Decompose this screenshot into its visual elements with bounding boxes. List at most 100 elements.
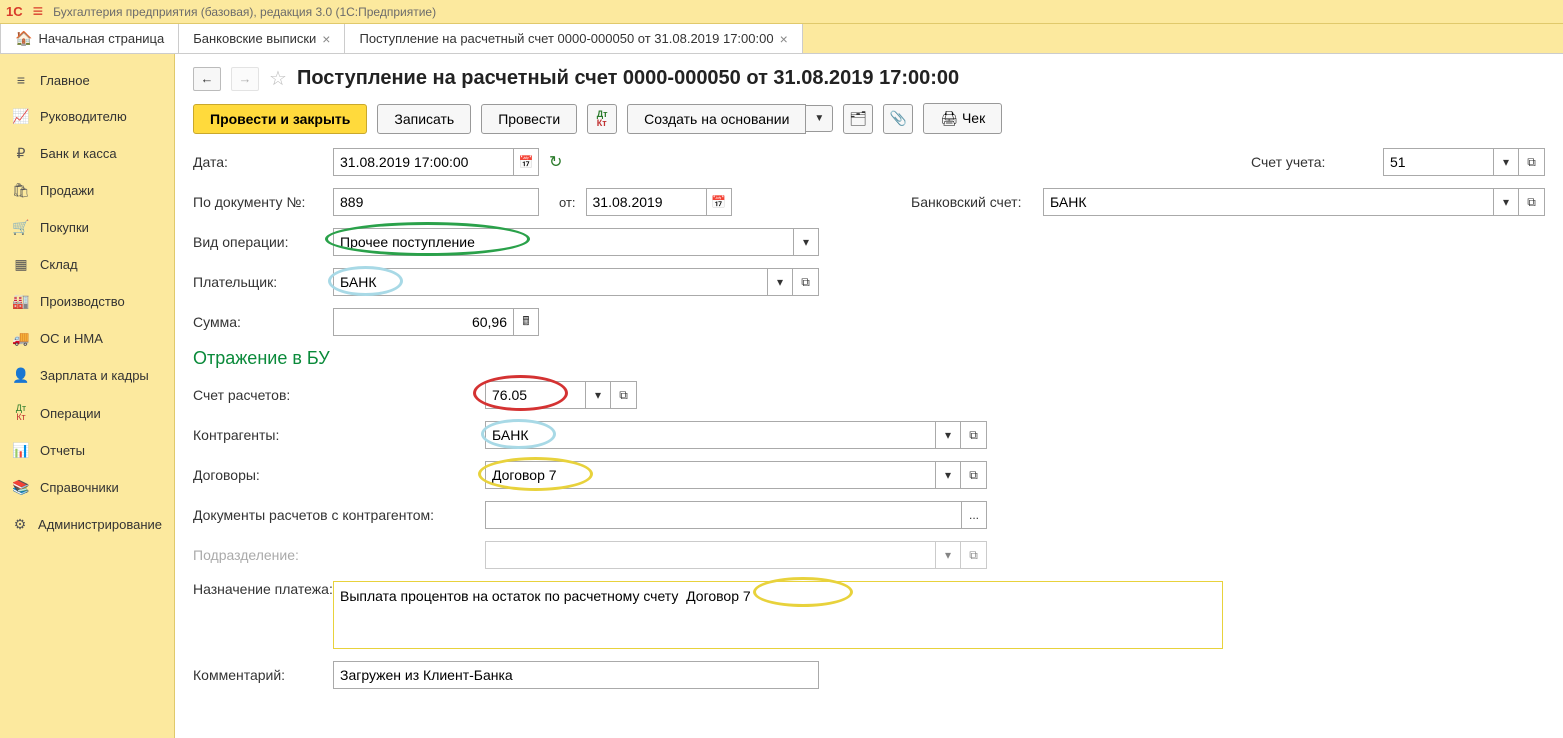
open-icon[interactable]: ⧉: [611, 381, 637, 409]
sidebar-item-admin[interactable]: ⚙ Администрирование: [0, 506, 174, 543]
division-input[interactable]: [485, 541, 935, 569]
truck-icon: 🚚: [12, 330, 30, 347]
chevron-down-icon[interactable]: ▾: [1493, 148, 1519, 176]
sidebar-item-label: Главное: [40, 73, 90, 88]
dtkt-button[interactable]: ДтКт: [587, 104, 617, 134]
hamburger-icon[interactable]: ≡: [33, 1, 44, 22]
chevron-down-icon[interactable]: ▼: [806, 105, 833, 132]
date-label: Дата:: [193, 154, 333, 170]
account-input[interactable]: [1383, 148, 1493, 176]
forward-button[interactable]: →: [231, 67, 259, 91]
open-icon[interactable]: ⧉: [961, 421, 987, 449]
chevron-down-icon[interactable]: ▾: [585, 381, 611, 409]
sidebar-item-label: Администрирование: [38, 517, 162, 532]
sidebar-item-operations[interactable]: ДтКтОперации: [0, 394, 174, 432]
open-icon[interactable]: ⧉: [961, 461, 987, 489]
settle-acc-input[interactable]: [485, 381, 585, 409]
tab-label: Банковские выписки: [193, 31, 316, 46]
open-icon[interactable]: ⧉: [1519, 148, 1545, 176]
open-icon[interactable]: ⧉: [793, 268, 819, 296]
app-title: Бухгалтерия предприятия (базовая), редак…: [53, 5, 436, 19]
sum-input[interactable]: [333, 308, 513, 336]
sidebar-item-manager[interactable]: 📈 Руководителю: [0, 98, 174, 135]
chart-icon: 📈: [12, 108, 30, 125]
sidebar-item-label: Справочники: [40, 480, 119, 495]
chevron-down-icon[interactable]: ▾: [767, 268, 793, 296]
sidebar-item-label: Отчеты: [40, 443, 85, 458]
tab-label: Начальная страница: [38, 31, 164, 46]
docnum-input[interactable]: [333, 188, 539, 216]
bars-icon: 📊: [12, 442, 30, 459]
chevron-down-icon[interactable]: ▾: [935, 541, 961, 569]
sidebar-item-directories[interactable]: 📚 Справочники: [0, 469, 174, 506]
create-based-combo[interactable]: Создать на основании ▼: [627, 104, 833, 134]
sidebar-item-production[interactable]: 🏭Производство: [0, 283, 174, 320]
comment-input[interactable]: [333, 661, 819, 689]
open-icon[interactable]: ⧉: [961, 541, 987, 569]
back-button[interactable]: ←: [193, 67, 221, 91]
person-icon: 👤: [12, 367, 30, 384]
settle-docs-label: Документы расчетов с контрагентом:: [193, 507, 485, 523]
payer-input[interactable]: [333, 268, 767, 296]
sidebar: ≡Главное 📈Руководителю ₽Банк и касса 🛍Пр…: [0, 54, 175, 738]
sidebar-item-bank[interactable]: ₽ Банк и касса: [0, 135, 174, 172]
close-icon[interactable]: ×: [780, 31, 788, 47]
refresh-icon[interactable]: ↻: [549, 152, 562, 172]
tab-label: Поступление на расчетный счет 0000-00005…: [359, 31, 773, 46]
save-button[interactable]: Записать: [377, 104, 471, 134]
sidebar-item-label: Банк и касса: [40, 146, 117, 161]
titlebar: 1С ≡ Бухгалтерия предприятия (базовая), …: [0, 0, 1563, 24]
calendar-icon[interactable]: 📅: [706, 188, 732, 216]
tab-bank-statements[interactable]: Банковские выписки ×: [179, 24, 345, 53]
contragent-input[interactable]: [485, 421, 935, 449]
attach-button[interactable]: 📎: [883, 104, 913, 134]
rouble-icon: ₽: [12, 145, 30, 162]
bank-account-input[interactable]: [1043, 188, 1493, 216]
create-based-button[interactable]: Создать на основании: [627, 104, 806, 134]
sidebar-item-label: Производство: [40, 294, 125, 309]
calculator-icon[interactable]: 🖩: [513, 308, 539, 336]
more-icon[interactable]: ...: [961, 501, 987, 529]
date-input[interactable]: [333, 148, 513, 176]
sidebar-item-main[interactable]: ≡ Главное: [0, 62, 174, 98]
sidebar-item-label: Руководителю: [40, 109, 127, 124]
payer-label: Плательщик:: [193, 274, 333, 290]
list-icon: ≡: [12, 72, 30, 88]
sidebar-item-warehouse[interactable]: ▦Склад: [0, 246, 174, 283]
bag-icon: 🛍: [12, 182, 30, 199]
sidebar-item-label: Покупки: [40, 220, 89, 235]
post-button[interactable]: Провести: [481, 104, 577, 134]
sidebar-item-reports[interactable]: 📊 Отчеты: [0, 432, 174, 469]
from-label: от:: [559, 195, 576, 210]
settle-docs-input[interactable]: [485, 501, 961, 529]
books-icon: 📚: [12, 479, 30, 496]
account-label: Счет учета:: [1251, 154, 1371, 170]
post-and-close-button[interactable]: Провести и закрыть: [193, 104, 367, 134]
tab-document[interactable]: Поступление на расчетный счет 0000-00005…: [345, 24, 802, 53]
sidebar-item-assets[interactable]: 🚚ОС и НМА: [0, 320, 174, 357]
op-type-input[interactable]: [333, 228, 793, 256]
sum-label: Сумма:: [193, 314, 333, 330]
favorite-star-icon[interactable]: ☆: [269, 66, 287, 91]
chevron-down-icon[interactable]: ▾: [935, 461, 961, 489]
sidebar-item-salary[interactable]: 👤Зарплата и кадры: [0, 357, 174, 394]
chevron-down-icon[interactable]: ▾: [935, 421, 961, 449]
close-icon[interactable]: ×: [322, 31, 330, 47]
sidebar-item-sales[interactable]: 🛍Продажи: [0, 172, 174, 209]
purpose-textarea[interactable]: [333, 581, 1223, 649]
gear-icon: ⚙: [12, 516, 28, 533]
chevron-down-icon[interactable]: ▾: [1493, 188, 1519, 216]
app-logo: 1С: [6, 4, 23, 19]
chevron-down-icon[interactable]: ▾: [793, 228, 819, 256]
from-date-input[interactable]: [586, 188, 706, 216]
open-icon[interactable]: ⧉: [1519, 188, 1545, 216]
calendar-icon[interactable]: 📅: [513, 148, 539, 176]
settle-acc-label: Счет расчетов:: [193, 387, 485, 403]
check-button[interactable]: 🖨 Чек: [923, 103, 1002, 134]
cart-icon: 🛒: [12, 219, 30, 236]
structure-button[interactable]: 🗂: [843, 104, 873, 134]
purpose-label: Назначение платежа:: [193, 581, 333, 597]
sidebar-item-purchases[interactable]: 🛒 Покупки: [0, 209, 174, 246]
tab-home[interactable]: 🏠 Начальная страница: [0, 24, 179, 53]
contract-input[interactable]: [485, 461, 935, 489]
